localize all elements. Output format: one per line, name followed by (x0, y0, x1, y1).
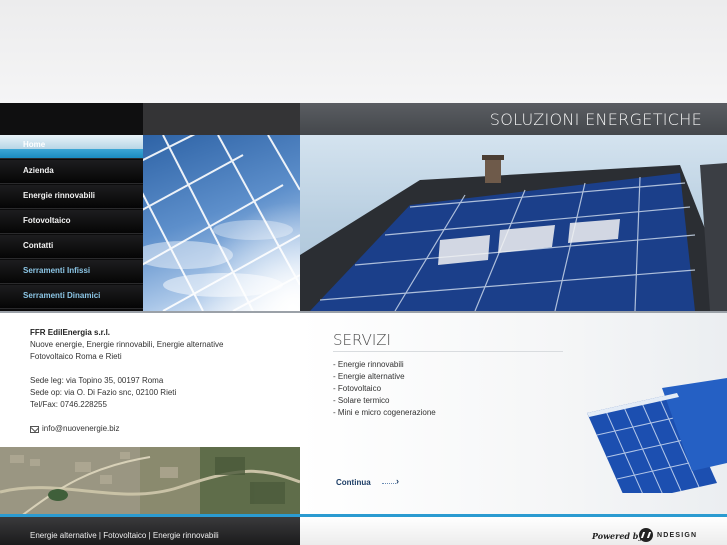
nav-item-label: Serramenti Infissi (23, 266, 91, 275)
nav-item-azienda[interactable]: Azienda (0, 160, 143, 184)
header-mid-block (143, 103, 300, 135)
nav-item-contatti[interactable]: Contatti (0, 235, 143, 259)
nav-item-fotovoltaico[interactable]: Fotovoltaico (0, 210, 143, 234)
list-item: - Solare termico (333, 396, 390, 405)
continua-link[interactable]: Continua (336, 478, 371, 487)
nav-item-label: Energie rinnovabili (23, 191, 96, 200)
company-tagline-2: Fotovoltaico Roma e Rieti (30, 352, 122, 361)
powered-by-label: Powered by (592, 531, 644, 541)
solar-panel-sky-image (143, 135, 300, 311)
email-row[interactable]: info@nuovenergie.biz (30, 423, 290, 435)
footer-right (300, 517, 727, 545)
header-banner: SOLUZIONI ENERGETICHE (300, 103, 727, 135)
list-item: - Energie alternative (333, 372, 405, 381)
header-left-block (0, 103, 143, 135)
company-info: FFR EdilEnergia s.r.l. Nuove energie, En… (30, 327, 290, 435)
company-name: FFR EdilEnergia s.r.l. (30, 328, 111, 337)
site-title: SOLUZIONI ENERGETICHE (489, 110, 702, 129)
footer-links[interactable]: Energie alternative | Fotovoltaico | Ene… (30, 531, 219, 540)
servizi-title: SERVIZI (333, 331, 391, 349)
solar-roof-image (300, 135, 727, 311)
ndesign-brand[interactable]: NDESIGN (657, 532, 697, 539)
chevron-right-icon[interactable]: › (396, 476, 399, 486)
list-item: - Energie rinnovabili (333, 360, 404, 369)
nav-item-energie-rinnovabili[interactable]: Energie rinnovabili (0, 185, 143, 209)
registered-office: Sede leg: via Topino 35, 00197 Roma (30, 376, 164, 385)
continua-dots (382, 483, 396, 484)
nav-item-serramenti-infissi[interactable]: Serramenti Infissi (0, 260, 143, 284)
list-item: - Mini e micro cogenerazione (333, 408, 436, 417)
servizi-divider (333, 351, 563, 352)
nav-item-label: Azienda (23, 166, 54, 175)
site-container: SOLUZIONI ENERGETICHE Home Azienda Energ… (0, 103, 727, 545)
nav-item-serramenti-dinamici[interactable]: Serramenti Dinamici (0, 285, 143, 309)
nav-item-home[interactable]: Home (0, 135, 143, 159)
main-nav: Home Azienda Energie rinnovabili Fotovol… (0, 135, 143, 311)
aerial-map-image (0, 447, 300, 517)
nav-item-label: Contatti (23, 241, 54, 250)
phone-fax: Tel/Fax: 0746.228255 (30, 400, 107, 409)
browser-top-band (0, 0, 727, 103)
mail-icon (30, 425, 39, 433)
ndesign-logo-icon[interactable] (639, 528, 653, 542)
nav-item-label: Serramenti Dinamici (23, 291, 101, 300)
email-link[interactable]: info@nuovenergie.biz (42, 423, 120, 435)
nav-item-label: Fotovoltaico (23, 216, 71, 225)
company-tagline: Nuove energie, Energie rinnovabili, Ener… (30, 340, 224, 349)
operating-office: Sede op: via O. Di Fazio snc, 02100 Riet… (30, 388, 177, 397)
list-item: - Fotovoltaico (333, 384, 382, 393)
nav-item-label: Home (23, 140, 46, 149)
servizi-list: - Energie rinnovabili - Energie alternat… (333, 359, 436, 419)
